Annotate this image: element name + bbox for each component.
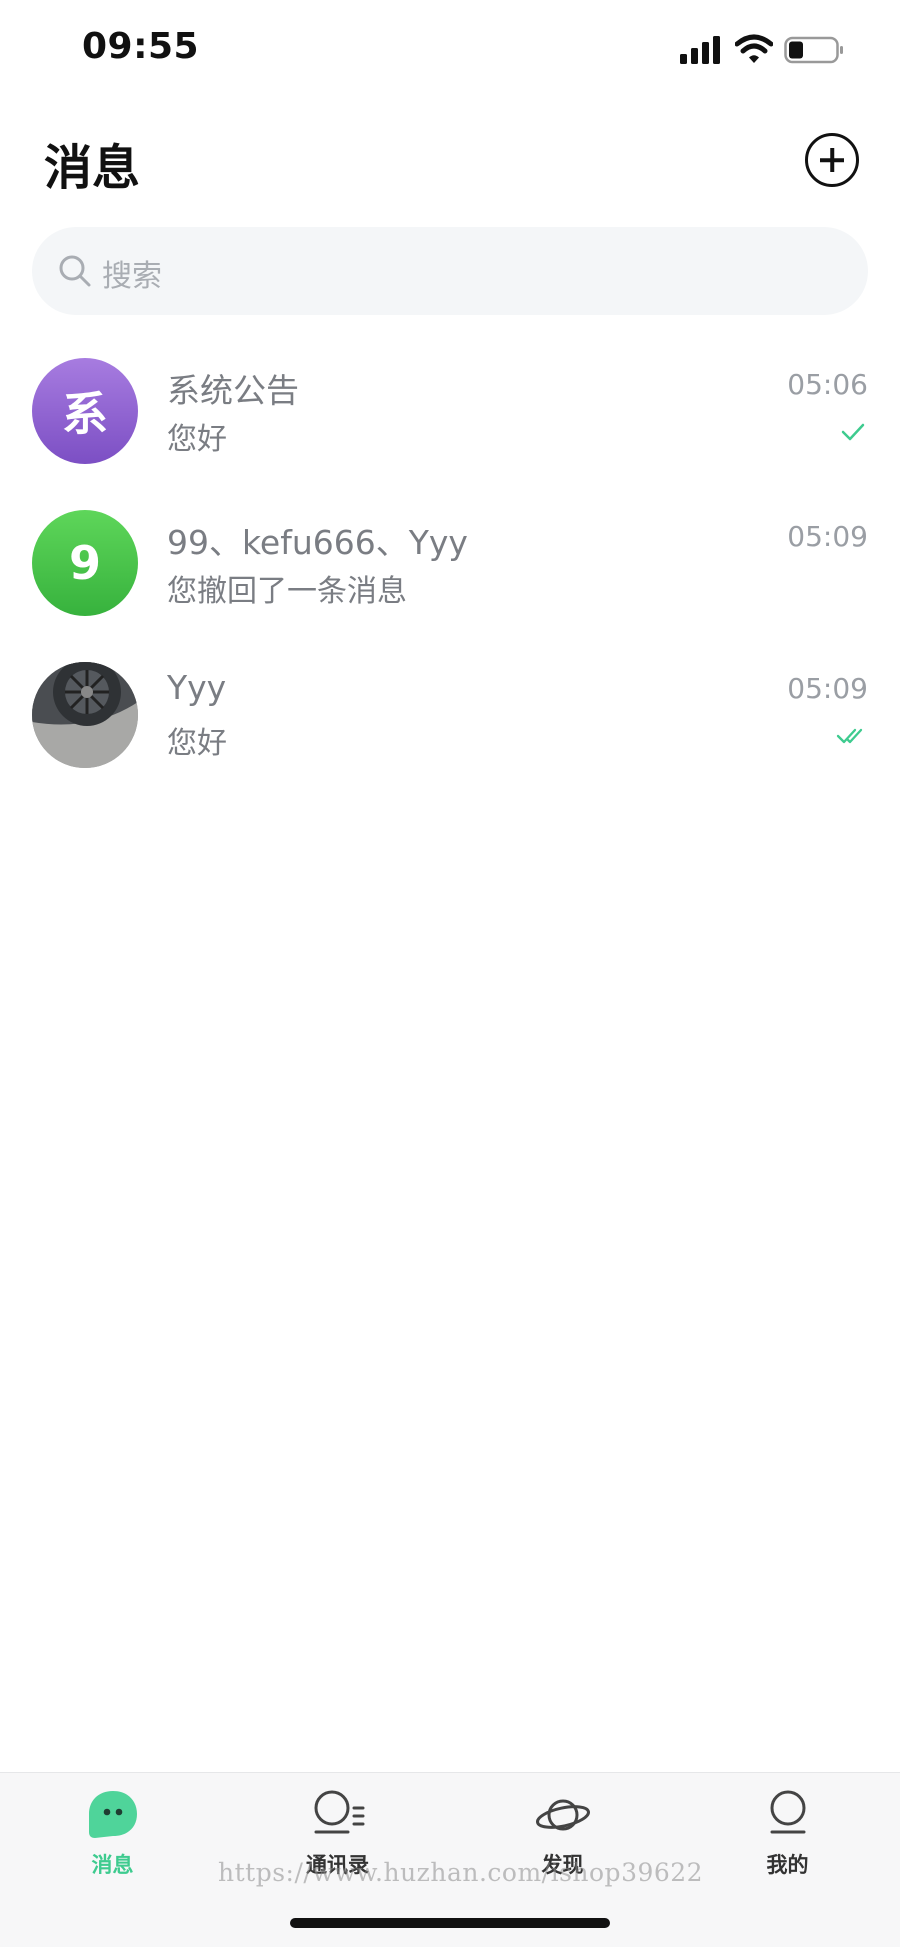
planet-icon	[535, 1799, 590, 1831]
conversation-item-group[interactable]: 9 99、kefu666、Yyy 您撤回了一条消息 05:09	[0, 502, 900, 654]
search-placeholder: 搜索	[102, 259, 162, 294]
conversation-preview: 您好	[167, 726, 227, 761]
plus-circle-icon[interactable]	[805, 133, 859, 187]
status-time: 09:55	[82, 26, 200, 67]
conversation-time: 05:09	[787, 672, 868, 705]
conversation-time: 05:09	[787, 520, 868, 553]
sent-check-icon	[841, 423, 865, 441]
wheel-photo	[32, 662, 138, 768]
conversation-name: 系统公告	[167, 371, 299, 410]
conversation-item-system-notice[interactable]: 系 系统公告 您好 05:06	[0, 350, 900, 502]
tab-profile[interactable]: 我的	[675, 1773, 900, 1893]
avatar: 系	[32, 358, 138, 464]
wifi-icon	[735, 34, 773, 63]
contacts-icon	[314, 1790, 364, 1834]
status-bar: 09:55	[0, 0, 900, 100]
avatar-photo	[32, 662, 138, 768]
tab-messages[interactable]: 消息	[0, 1773, 225, 1893]
search-icon	[59, 255, 91, 287]
page-title: 消息	[44, 140, 141, 196]
signal-icon	[680, 36, 720, 64]
avatar: 9	[32, 510, 138, 616]
conversation-preview: 您好	[167, 422, 227, 457]
conversation-item-yyy[interactable]: Yyy 您好 05:09	[0, 654, 900, 806]
conversation-name: Yyy	[167, 668, 227, 707]
user-icon	[770, 1790, 805, 1834]
read-double-check-icon	[836, 728, 863, 744]
conversation-preview: 您撤回了一条消息	[167, 574, 407, 609]
home-indicator[interactable]	[290, 1918, 610, 1928]
conversation-name: 99、kefu666、Yyy	[167, 523, 468, 562]
conversation-time: 05:06	[787, 368, 868, 401]
conversation-list: 系 系统公告 您好 05:06 9 99、kefu666、Yyy 您撤回了一条消…	[0, 350, 900, 806]
chat-bubble-icon	[88, 1791, 137, 1838]
tab-label: 我的	[766, 1853, 809, 1877]
tab-label: 消息	[91, 1853, 134, 1877]
battery-icon	[784, 36, 843, 64]
search-input[interactable]: 搜索	[32, 227, 868, 315]
watermark: https://www.huzhan.com/ishop39622	[218, 1858, 704, 1887]
